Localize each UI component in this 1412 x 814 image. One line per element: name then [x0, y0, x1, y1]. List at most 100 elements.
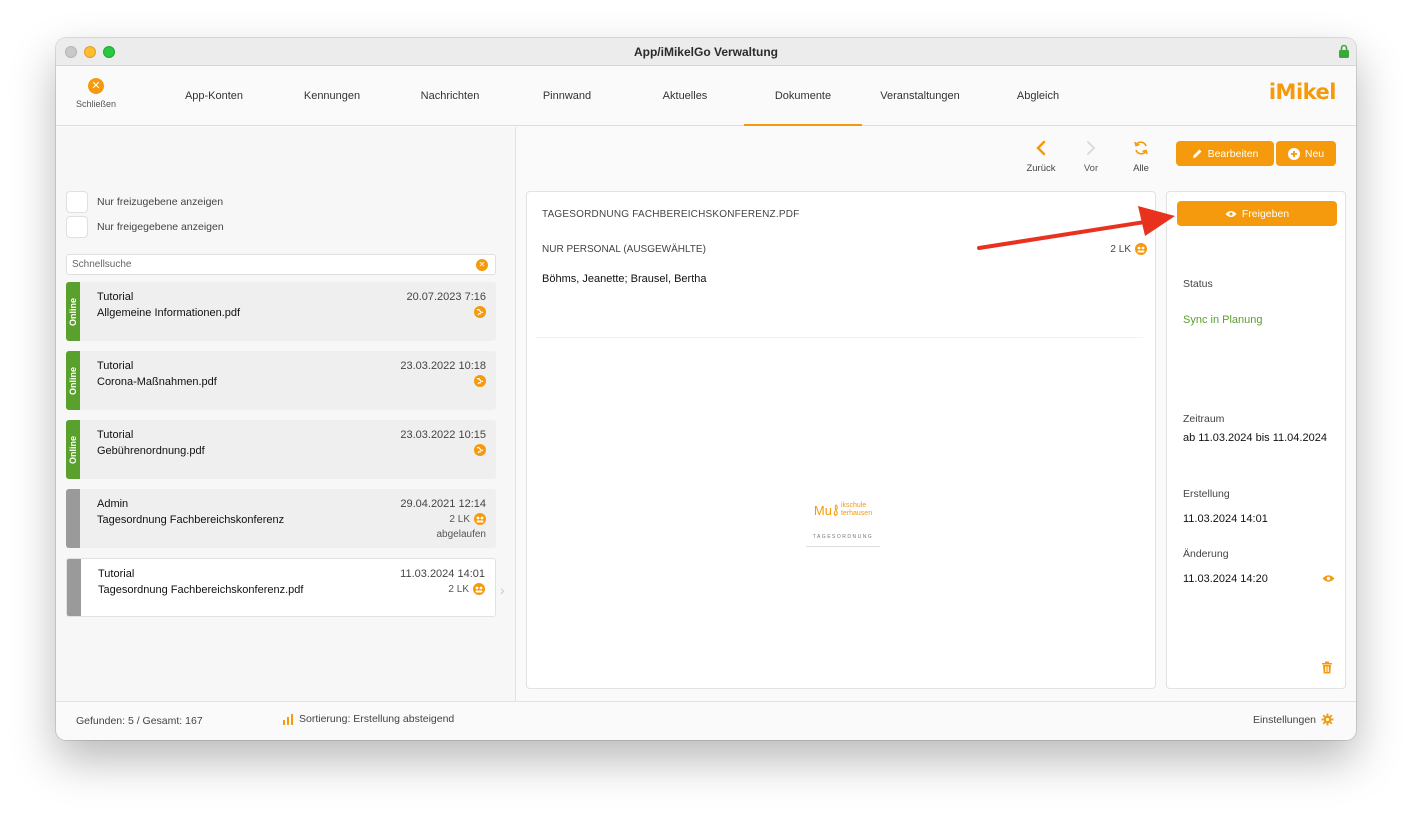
settings-button[interactable]: Einstellungen: [1253, 713, 1334, 726]
item-name: Allgemeine Informationen.pdf: [97, 307, 241, 319]
filter-released-checkbox[interactable]: [66, 216, 88, 238]
item-name: Tagesordnung Fachbereichskonferenz: [97, 514, 285, 526]
sort-button[interactable]: Sortierung: Erstellung absteigend: [282, 713, 454, 725]
item-owner: Tutorial: [98, 568, 135, 580]
all-label: Alle: [1133, 163, 1149, 174]
tab-veranstaltungen[interactable]: Veranstaltungen: [861, 66, 979, 126]
sort-bars-icon: [283, 714, 293, 725]
item-date: 23.03.2022 10:15: [400, 429, 486, 441]
item-date: 11.03.2024 14:01: [400, 568, 485, 580]
app-window: App/iMikelGo Verwaltung ✕ Schließen App-…: [56, 38, 1356, 740]
edit-button[interactable]: Bearbeiten: [1176, 141, 1274, 166]
new-button[interactable]: Neu: [1276, 141, 1336, 166]
group-icon: [474, 513, 486, 525]
item-date: 29.04.2021 12:14: [400, 498, 486, 510]
filter-unreleased-label: Nur freizugebene anzeigen: [97, 196, 224, 208]
window-title: App/iMikelGo Verwaltung: [633, 45, 779, 59]
document-list-panel: Nur freizugebene anzeigen Nur freigegebe…: [56, 127, 516, 701]
chevron-left-icon: [1036, 140, 1046, 156]
audience-count-text: 2 LK: [1110, 243, 1131, 255]
main-toolbar: ✕ Schließen App-Konten Kennungen Nachric…: [56, 66, 1356, 126]
audience-label: NUR PERSONAL (AUSGEWÄHLTE): [542, 244, 706, 255]
edit-label: Bearbeiten: [1207, 147, 1259, 160]
tab-app-konten[interactable]: App-Konten: [155, 66, 273, 126]
tab-nachrichten[interactable]: Nachrichten: [391, 66, 509, 126]
filter-released[interactable]: Nur freigegebene anzeigen: [66, 216, 224, 238]
item-name: Corona-Maßnahmen.pdf: [97, 376, 217, 388]
refresh-icon: [1134, 141, 1148, 155]
list-item[interactable]: Online Tutorial Allgemeine Informationen…: [66, 282, 496, 341]
filter-unreleased-checkbox[interactable]: [66, 191, 88, 213]
close-circle-icon: ✕: [88, 78, 104, 94]
title-bar: App/iMikelGo Verwaltung: [56, 38, 1356, 66]
release-label: Freigeben: [1241, 207, 1290, 220]
list-item[interactable]: Admin Tagesordnung Fachbereichskonferenz…: [66, 489, 496, 548]
document-detail-card: TAGESORDNUNG FACHBEREICHSKONFERENZ.PDF N…: [526, 191, 1156, 689]
item-meta: [474, 306, 486, 318]
list-item-selected[interactable]: Tutorial Tagesordnung Fachbereichskonfer…: [66, 558, 496, 617]
trash-icon[interactable]: [1321, 661, 1333, 674]
created-label: Erstellung: [1183, 488, 1230, 500]
status-label: Status: [1183, 278, 1213, 290]
status-strip: [66, 489, 80, 548]
clear-search-icon[interactable]: ✕: [476, 259, 488, 271]
tab-aktuelles[interactable]: Aktuelles: [626, 66, 744, 126]
status-badge: Online: [66, 282, 80, 341]
list-item[interactable]: Online Tutorial Gebührenordnung.pdf 23.0…: [66, 420, 496, 479]
item-owner: Admin: [97, 498, 129, 510]
filter-released-label: Nur freigegebene anzeigen: [97, 221, 224, 233]
period-label: Zeitraum: [1183, 413, 1225, 425]
search-input[interactable]: [72, 257, 462, 272]
item-audience: 2 LK: [449, 513, 470, 525]
preview-heading: TAGESORDNUNG: [812, 534, 874, 540]
document-title: TAGESORDNUNG FACHBEREICHSKONFERENZ.PDF: [542, 209, 800, 220]
recipients: Böhms, Jeanette; Brausel, Bertha: [542, 273, 707, 285]
item-meta: [474, 444, 486, 456]
list-item[interactable]: Online Tutorial Corona-Maßnahmen.pdf 23.…: [66, 351, 496, 410]
group-icon: [1135, 243, 1147, 255]
document-info-card: Freigeben Status Sync in Planung Zeitrau…: [1166, 191, 1346, 689]
chevron-right-icon: ›: [500, 582, 505, 598]
globe-icon: [474, 375, 486, 387]
item-expired: abgelaufen: [436, 529, 487, 540]
status-badge: Online: [66, 420, 80, 479]
tab-dokumente[interactable]: Dokumente: [744, 66, 862, 126]
sort-label: Sortierung: Erstellung absteigend: [299, 713, 455, 725]
filter-unreleased[interactable]: Nur freizugebene anzeigen: [66, 191, 223, 213]
preview-brand-line1: ikschule: [840, 502, 867, 509]
document-preview[interactable]: Mu ikschule terhausen TAGESORDNUNG: [803, 502, 883, 547]
chevron-right-icon: [1087, 141, 1096, 155]
back-label: Zurück: [1026, 163, 1056, 174]
forward-button[interactable]: Vor: [1071, 138, 1111, 174]
pencil-icon: [1192, 149, 1202, 158]
group-icon: [473, 583, 485, 595]
tab-pinnwand[interactable]: Pinnwand: [508, 66, 626, 126]
item-owner: Tutorial: [97, 291, 134, 303]
item-owner: Tutorial: [97, 429, 134, 441]
changed-value: 11.03.2024 14:20: [1183, 573, 1268, 585]
found-count: Gefunden: 5 / Gesamt: 167: [76, 715, 203, 727]
item-name: Tagesordnung Fachbereichskonferenz.pdf: [98, 584, 304, 596]
quick-search: ✕: [66, 254, 496, 275]
audience-count: 2 LK: [1110, 243, 1147, 255]
close-button[interactable]: ✕ Schließen: [70, 78, 122, 118]
globe-icon: [474, 306, 486, 318]
preview-brand-main: Mu: [813, 502, 832, 518]
item-owner: Tutorial: [97, 360, 134, 372]
preview-brand: Mu ikschule terhausen: [803, 502, 883, 518]
globe-icon: [474, 444, 486, 456]
status-badge: Online: [66, 351, 80, 410]
item-date: 23.03.2022 10:18: [400, 360, 486, 372]
item-meta: 2 LK: [448, 583, 485, 595]
item-name: Gebührenordnung.pdf: [97, 445, 205, 457]
release-button[interactable]: Freigeben: [1177, 201, 1337, 226]
eye-icon[interactable]: [1322, 574, 1335, 583]
tab-abgleich[interactable]: Abgleich: [979, 66, 1097, 126]
plus-circle-icon: [1287, 147, 1300, 160]
item-meta: 2 LK: [449, 513, 486, 525]
tab-kennungen[interactable]: Kennungen: [273, 66, 391, 126]
refresh-all-button[interactable]: Alle: [1121, 138, 1161, 174]
back-button[interactable]: Zurück: [1021, 138, 1061, 174]
changed-label: Änderung: [1183, 548, 1229, 560]
item-audience: 2 LK: [448, 583, 469, 595]
